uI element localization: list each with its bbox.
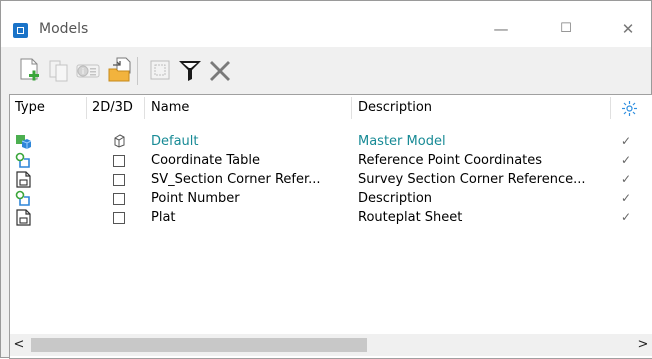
select-all-icon[interactable] (147, 57, 173, 83)
column-divider (144, 97, 145, 119)
display-check[interactable]: ✓ (621, 189, 631, 208)
title-bar[interactable]: Models — ☐ ✕ (1, 1, 651, 47)
copy-model-icon[interactable] (47, 57, 73, 83)
2d-square-icon (113, 193, 125, 205)
toolbar-separator (137, 57, 138, 85)
sheet-model-icon (16, 209, 31, 226)
model-description: Routeplat Sheet (358, 210, 463, 225)
maximize-button[interactable]: ☐ (546, 17, 586, 41)
2d-square-icon (113, 155, 125, 167)
model-name: Point Number (151, 191, 240, 206)
window-title: Models (39, 21, 89, 37)
horizontal-scrollbar[interactable]: < > (10, 334, 652, 356)
model-description: Master Model (358, 134, 446, 149)
table-row[interactable]: Coordinate Table Reference Point Coordin… (10, 151, 652, 170)
model-name: Default (151, 134, 199, 149)
design-model-3d-icon (16, 135, 32, 149)
sun-icon[interactable] (622, 101, 637, 116)
display-check[interactable]: ✓ (621, 132, 631, 151)
model-description: Reference Point Coordinates (358, 153, 543, 168)
column-header-type[interactable]: Type (15, 95, 45, 121)
delete-model-icon[interactable] (207, 57, 233, 83)
model-name: Coordinate Table (151, 153, 261, 168)
models-dialog: Models — ☐ ✕ i Type 2D/3D Name Descripti… (0, 0, 652, 359)
2d-square-icon (113, 212, 125, 224)
table-row[interactable]: Default Master Model ✓ (10, 132, 652, 151)
svg-text:i: i (82, 67, 84, 76)
point-table-icon (15, 190, 30, 206)
display-check[interactable]: ✓ (621, 151, 631, 170)
column-divider (610, 97, 611, 119)
list-header: Type 2D/3D Name Description (10, 95, 652, 121)
close-button[interactable]: ✕ (608, 17, 648, 41)
column-header-2d3d[interactable]: 2D/3D (92, 95, 133, 121)
table-row[interactable]: Plat Routeplat Sheet ✓ (10, 208, 652, 227)
column-divider (351, 97, 352, 119)
model-description: Description (358, 191, 433, 206)
models-app-icon (13, 23, 28, 38)
filter-icon[interactable] (177, 57, 203, 83)
model-description: Survey Section Corner Reference... (358, 172, 586, 187)
scroll-right-arrow[interactable]: > (634, 334, 652, 356)
sheet-model-icon (16, 171, 31, 188)
scrollbar-thumb[interactable] (31, 338, 367, 352)
3d-cube-icon (114, 134, 125, 148)
point-table-icon (15, 152, 30, 168)
column-header-name[interactable]: Name (151, 95, 189, 121)
toolbar: i (1, 47, 651, 93)
column-header-description[interactable]: Description (358, 95, 432, 121)
display-check[interactable]: ✓ (621, 208, 631, 227)
model-name: SV_Section Corner Refer... (151, 172, 321, 187)
new-model-icon[interactable] (17, 57, 43, 83)
display-check[interactable]: ✓ (621, 170, 631, 189)
scroll-left-arrow[interactable]: < (10, 334, 28, 356)
2d-square-icon (113, 174, 125, 186)
column-divider (86, 97, 87, 119)
models-list: Type 2D/3D Name Description Default Mast… (9, 94, 652, 359)
model-name: Plat (151, 210, 176, 225)
model-properties-icon[interactable]: i (75, 57, 101, 83)
table-row[interactable]: SV_Section Corner Refer... Survey Sectio… (10, 170, 652, 189)
import-model-icon[interactable] (107, 57, 133, 83)
minimize-button[interactable]: — (481, 17, 521, 41)
table-row[interactable]: Point Number Description ✓ (10, 189, 652, 208)
